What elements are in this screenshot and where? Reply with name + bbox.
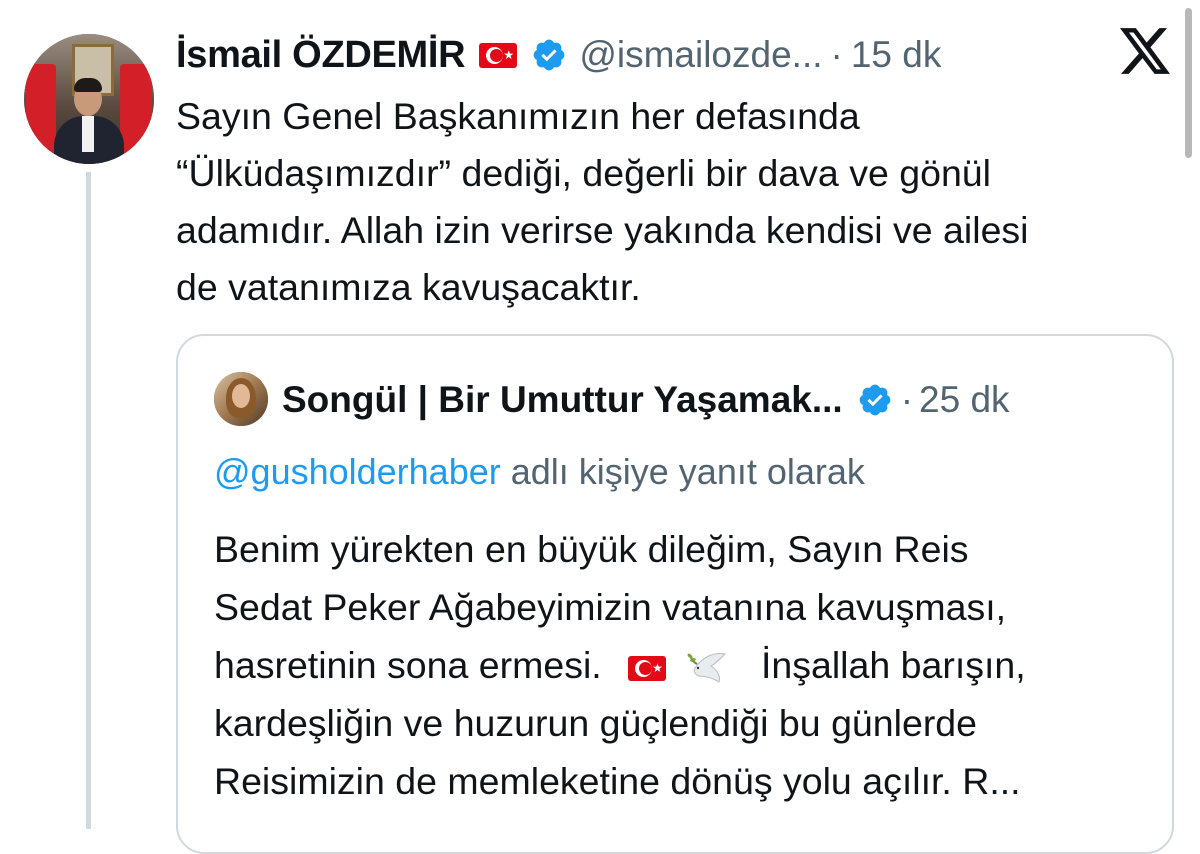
quoted-text-line: Benim yürekten en büyük dileğim, Sayın R… [214,528,969,570]
x-logo-icon[interactable] [1120,28,1170,74]
tweet-text-line: adamıdır. Allah izin verirse yakında ken… [176,209,1029,251]
reply-context: @gusholderhaber adlı kişiye yanıt olarak [214,446,865,498]
tweet-text-line: “Ülküdaşımızdır” dediği, değerli bir dav… [176,152,991,194]
dove-icon [687,653,726,683]
author-handle[interactable]: @ismailozde... [579,34,822,76]
quoted-text-line: Reisimizin de memleketine dönüş yolu açı… [214,760,1021,802]
reply-context-text: adlı kişiye yanıt olarak [510,451,865,492]
quoted-author-name[interactable]: Songül | Bir Umuttur Yaşamak... [282,379,843,421]
quoted-tweet-text: Benim yürekten en büyük dileğim, Sayın R… [214,520,1154,810]
tweet-time[interactable]: 15 dk [851,34,942,76]
tweet-text-line: Sayın Genel Başkanımızın her defasında [176,95,860,137]
tweet-text-line: de vatanımıza kavuşacaktır. [176,266,641,308]
quoted-author-avatar[interactable] [214,372,268,426]
author-avatar[interactable] [24,34,154,164]
separator-dot: · [900,379,914,420]
turkey-flag-icon: ★ [628,655,667,681]
turkey-flag-icon: ★ [479,42,518,68]
thread-line [86,172,91,829]
quoted-text-line: kardeşliğin ve huzurun güçlendiği bu gün… [214,702,978,744]
author-name[interactable]: İsmail ÖZDEMİR [176,34,466,77]
quoted-text-line: hasretinin sona ermesi. ★ İnşallah barış… [214,636,1154,694]
quoted-tweet-time[interactable]: 25 dk [919,379,1010,421]
quoted-text-line: Sedat Peker Ağabeyimizin vatanına kavuşm… [214,586,1007,628]
tweet-text: Sayın Genel Başkanımızın her defasında “… [176,88,1166,316]
verified-badge-icon [859,384,891,416]
quoted-text-fragment: İnşallah barışın, [760,644,1026,686]
quoted-tweet-header: Songül | Bir Umuttur Yaşamak... · 25 dk [282,372,1010,428]
quoted-text-fragment: hasretinin sona ermesi. [214,644,602,686]
tweet-header: İsmail ÖZDEMİR ★ @ismailozde... · 15 dk [176,30,941,80]
scrollbar[interactable] [1185,8,1192,158]
verified-badge-icon [533,39,565,71]
separator-dot: · [830,34,843,75]
reply-mention-link[interactable]: @gusholderhaber [214,451,501,492]
